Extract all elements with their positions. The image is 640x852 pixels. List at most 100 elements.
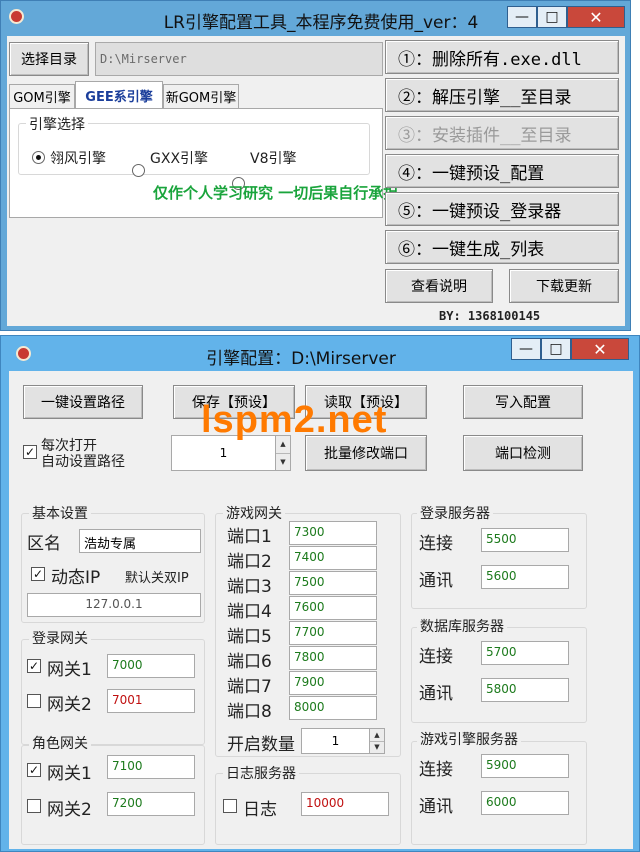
spin-up-icon[interactable]: ▲ xyxy=(370,729,384,741)
dynamic-ip-label: 动态IP xyxy=(51,568,101,588)
game-port-label: 端口7 xyxy=(227,677,272,697)
port-check-button[interactable]: 端口检测 xyxy=(463,435,583,471)
engine-server-connect-label: 连接 xyxy=(419,760,453,780)
login-server-comm-input[interactable]: 5600 xyxy=(481,565,569,589)
game-port-input[interactable]: 7500 xyxy=(289,571,377,595)
window-title: LR引擎配置工具_本程序免费使用_ver：4 xyxy=(163,13,479,33)
role-gateway-title: 角色网关 xyxy=(29,733,91,753)
game-port-input[interactable]: 7400 xyxy=(289,546,377,570)
disclaimer-notice: 仅作个人学习研究 一切后果自行承担 xyxy=(153,184,399,202)
close-button[interactable]: ✕ xyxy=(567,6,625,28)
game-port-label: 端口8 xyxy=(227,702,272,722)
open-count-spinner-buttons[interactable]: ▲ ▼ xyxy=(369,729,384,753)
login-server-title: 登录服务器 xyxy=(417,503,493,523)
app-icon xyxy=(9,9,24,24)
login-server-comm-label: 通讯 xyxy=(419,571,453,591)
login-server-connect-input[interactable]: 5500 xyxy=(481,528,569,552)
auto-path-label-2: 自动设置路径 xyxy=(41,454,125,470)
login-server-connect-label: 连接 xyxy=(419,534,453,554)
log-server-title: 日志服务器 xyxy=(223,763,299,783)
game-port-input[interactable]: 8000 xyxy=(289,696,377,720)
db-server-connect-input[interactable]: 5700 xyxy=(481,641,569,665)
zone-name-label: 区名 xyxy=(27,534,61,554)
install-plugin-button[interactable]: ③：安装插件__至目录 xyxy=(385,116,619,150)
db-server-comm-label: 通讯 xyxy=(419,684,453,704)
spin-down-icon[interactable]: ▼ xyxy=(370,740,384,753)
extract-engine-button[interactable]: ②：解压引擎__至目录 xyxy=(385,78,619,112)
engine-server-title: 游戏引擎服务器 xyxy=(417,729,521,749)
game-port-label: 端口1 xyxy=(227,527,272,547)
game-gateway-title: 游戏网关 xyxy=(223,503,285,523)
game-port-input[interactable]: 7700 xyxy=(289,621,377,645)
radio-label-lingfeng: 翎风引擎 xyxy=(50,151,106,167)
game-port-label: 端口2 xyxy=(227,552,272,572)
game-port-input[interactable]: 7600 xyxy=(289,596,377,620)
spin-down-icon[interactable]: ▼ xyxy=(276,452,290,470)
role-gateway2-input[interactable]: 7200 xyxy=(107,792,195,816)
dynamic-ip-checkbox[interactable]: ✓ xyxy=(31,567,45,581)
ip-address-input[interactable]: 127.0.0.1 xyxy=(27,593,201,617)
game-port-input[interactable]: 7900 xyxy=(289,671,377,695)
login-gateway-title: 登录网关 xyxy=(29,628,91,648)
close-button[interactable]: ✕ xyxy=(571,338,629,360)
role-gateway1-checkbox[interactable]: ✓ xyxy=(27,763,41,777)
open-count-value: 1 xyxy=(331,734,340,748)
game-port-label: 端口3 xyxy=(227,577,272,597)
preset-config-button[interactable]: ④：一键预设_配置 xyxy=(385,154,619,188)
tab-gom-engine[interactable]: GOM引擎 xyxy=(9,84,75,108)
choose-directory-button[interactable]: 选择目录 xyxy=(9,42,89,76)
engine-server-comm-label: 通讯 xyxy=(419,797,453,817)
minimize-button[interactable]: — xyxy=(511,338,541,360)
login-gateway1-input[interactable]: 7000 xyxy=(107,654,195,678)
radio-lingfeng[interactable] xyxy=(32,151,45,164)
db-server-comm-input[interactable]: 5800 xyxy=(481,678,569,702)
game-port-label: 端口4 xyxy=(227,602,272,622)
role-gateway2-label: 网关2 xyxy=(47,800,92,820)
game-port-input[interactable]: 7300 xyxy=(289,521,377,545)
zone-name-input[interactable]: 浩劫专属 xyxy=(79,529,201,553)
open-count-spinner[interactable]: 1 ▲ ▼ xyxy=(301,728,385,754)
maximize-button[interactable]: □ xyxy=(537,6,567,28)
tab-new-gom-engine[interactable]: 新GOM引擎 xyxy=(163,84,239,108)
generate-list-button[interactable]: ⑥：一键生成_列表 xyxy=(385,230,619,264)
basic-settings-title: 基本设置 xyxy=(29,503,91,523)
login-gateway2-checkbox[interactable] xyxy=(27,694,41,708)
minimize-button[interactable]: — xyxy=(507,6,537,28)
directory-field[interactable]: D:\Mirserver xyxy=(95,42,383,76)
engine-server-comm-input[interactable]: 6000 xyxy=(481,791,569,815)
login-gateway1-checkbox[interactable]: ✓ xyxy=(27,659,41,673)
view-help-button[interactable]: 查看说明 xyxy=(385,269,493,303)
window-title: 引擎配置：D:\Mirserver xyxy=(206,349,396,369)
login-gateway1-label: 网关1 xyxy=(47,660,92,680)
radio-label-v8: V8引擎 xyxy=(250,151,297,167)
site-watermark: lspm2.net xyxy=(201,399,388,441)
game-port-label: 端口5 xyxy=(227,627,272,647)
log-server-checkbox[interactable] xyxy=(223,799,237,813)
open-count-label: 开启数量 xyxy=(227,735,295,755)
preset-launcher-button[interactable]: ⑤：一键预设_登录器 xyxy=(385,192,619,226)
config-tool-window: LR引擎配置工具_本程序免费使用_ver：4 — □ ✕ 选择目录 D:\Mir… xyxy=(0,0,631,331)
engine-select-title: 引擎选择 xyxy=(26,114,88,134)
game-port-input[interactable]: 7800 xyxy=(289,646,377,670)
window1-client: 选择目录 D:\Mirserver GOM引擎 GEE系引擎 新GOM引擎 引擎… xyxy=(7,36,625,326)
engine-server-connect-input[interactable]: 5900 xyxy=(481,754,569,778)
delete-exe-dll-button[interactable]: ①：删除所有.exe.dll xyxy=(385,40,619,74)
role-gateway1-label: 网关1 xyxy=(47,764,92,784)
log-server-label: 日志 xyxy=(243,800,277,820)
auto-path-checkbox[interactable]: ✓ xyxy=(23,445,37,459)
log-server-input[interactable]: 10000 xyxy=(301,792,389,816)
download-update-button[interactable]: 下载更新 xyxy=(509,269,619,303)
role-gateway1-input[interactable]: 7100 xyxy=(107,755,195,779)
app-icon xyxy=(16,346,31,361)
db-server-connect-label: 连接 xyxy=(419,647,453,667)
login-gateway2-label: 网关2 xyxy=(47,695,92,715)
role-gateway2-checkbox[interactable] xyxy=(27,799,41,813)
window2-client: 一键设置路径 保存【预设】 读取【预设】 写入配置 ✓ 每次打开 自动设置路径 … xyxy=(9,371,633,849)
tab-gee-engine[interactable]: GEE系引擎 xyxy=(75,81,163,108)
write-config-button[interactable]: 写入配置 xyxy=(463,385,583,419)
set-path-button[interactable]: 一键设置路径 xyxy=(23,385,143,419)
login-gateway2-input[interactable]: 7001 xyxy=(107,689,195,713)
radio-gxx[interactable] xyxy=(132,164,145,177)
game-port-label: 端口6 xyxy=(227,652,272,672)
maximize-button[interactable]: □ xyxy=(541,338,571,360)
